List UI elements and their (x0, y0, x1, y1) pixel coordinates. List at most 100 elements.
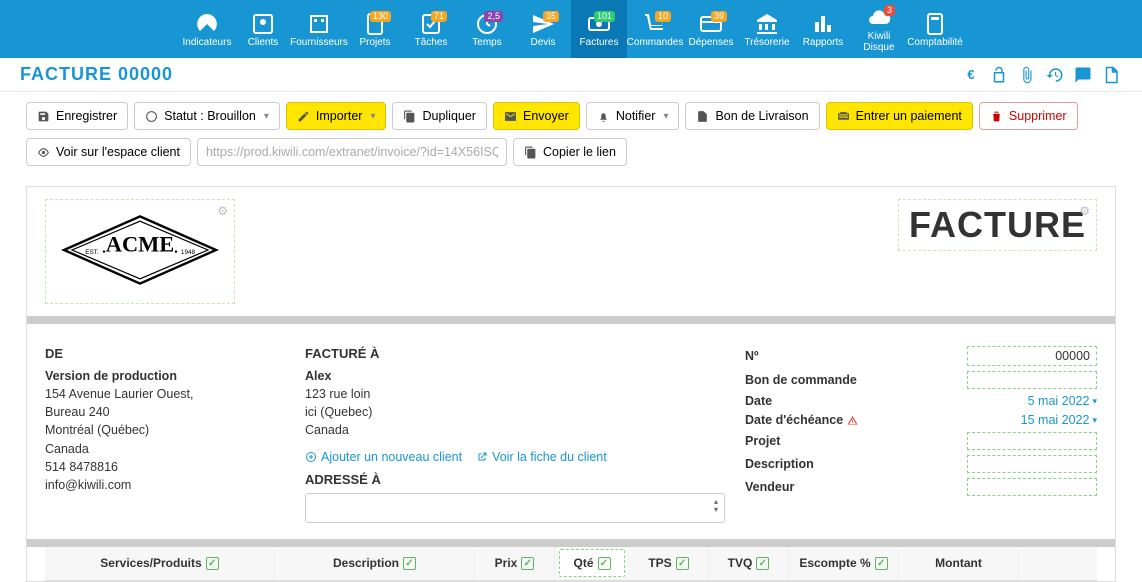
history-icon[interactable] (1044, 64, 1066, 86)
project-label: Projet (745, 434, 780, 448)
nav-rapports[interactable]: Rapports (795, 0, 851, 58)
bill-heading: FACTURÉ À (305, 346, 735, 361)
bill-name: Alex (305, 367, 735, 385)
nav-tâches[interactable]: 71Tâches (403, 0, 459, 58)
nav-comptabilité[interactable]: Comptabilité (907, 0, 963, 58)
euro-icon[interactable]: € (960, 64, 982, 86)
delete-button[interactable]: Supprimer (979, 102, 1078, 130)
project-value[interactable] (967, 432, 1097, 450)
nav-label: Temps (472, 37, 501, 48)
cart-icon: 10 (643, 11, 667, 37)
nav-clients[interactable]: Clients (235, 0, 291, 58)
vendor-value[interactable] (967, 478, 1097, 496)
toolbar: Enregistrer Statut : Brouillon ▾ Importer… (0, 92, 1142, 130)
delivery-button[interactable]: Bon de Livraison (685, 102, 819, 130)
vendor-label: Vendeur (745, 480, 794, 494)
from-heading: DE (45, 346, 295, 361)
copy-link-button[interactable]: Copier le lien (513, 138, 627, 166)
import-button[interactable]: Importer▾ (286, 102, 387, 130)
nav-factures[interactable]: 101Factures (571, 0, 627, 58)
nav-dépenses[interactable]: 39Dépenses (683, 0, 739, 58)
th-description[interactable]: Description✓ (275, 547, 475, 580)
nav-label: Indicateurs (183, 37, 232, 48)
due-value[interactable]: 15 mai 2022▾ (1021, 413, 1097, 427)
save-label: Enregistrer (56, 109, 117, 123)
badge: 130 (370, 11, 391, 22)
save-button[interactable]: Enregistrer (26, 102, 128, 130)
duplicate-button[interactable]: Dupliquer (392, 102, 487, 130)
doc-title-box[interactable]: ⚙ FACTURE (898, 199, 1097, 251)
status-label: Statut : Brouillon (164, 109, 256, 123)
logo-box[interactable]: ⚙ ACME EST. 1948 (45, 199, 235, 304)
check-icon: ✓ (756, 557, 769, 570)
comment-icon[interactable] (1072, 64, 1094, 86)
svg-text:1948: 1948 (181, 249, 196, 256)
due-label: Date d'échéance (745, 413, 858, 427)
th-escompte[interactable]: Escompte %✓ (789, 547, 899, 580)
toolbar-row-2: Voir sur l'espace client Copier le lien (0, 130, 1142, 172)
dashboard-icon (195, 11, 219, 37)
gear-icon[interactable]: ⚙ (217, 204, 228, 218)
nav-label: Devis (530, 37, 555, 48)
status-dropdown[interactable]: Statut : Brouillon ▾ (134, 102, 280, 130)
pdf-icon[interactable] (1100, 64, 1122, 86)
bill-addr1: 123 rue loin (305, 385, 735, 403)
share-url-input[interactable] (197, 138, 507, 166)
nav-commandes[interactable]: 10Commandes (627, 0, 683, 58)
badge: 10 (655, 11, 671, 22)
payment-button[interactable]: Entrer un paiement (826, 102, 973, 130)
duplicate-label: Dupliquer (422, 109, 476, 123)
nav-devis[interactable]: 35 Devis (515, 0, 571, 58)
notify-label: Notifier (616, 109, 656, 123)
import-label: Importer (316, 109, 363, 123)
nav-projets[interactable]: 130 Projets (347, 0, 403, 58)
notify-button[interactable]: Notifier▾ (586, 102, 680, 130)
nav-temps[interactable]: 2,5Temps (459, 0, 515, 58)
separator (27, 316, 1115, 324)
desc-label: Description (745, 457, 814, 471)
address-select[interactable]: ▴▾ (305, 493, 725, 523)
nav-label: Trésorerie (744, 37, 789, 48)
no-value[interactable]: 00000 (967, 346, 1097, 366)
th-qty[interactable]: Qté✓ (559, 549, 625, 577)
warning-icon (847, 413, 858, 427)
po-value[interactable] (967, 371, 1097, 389)
add-client-link[interactable]: Ajouter un nouveau client (305, 450, 462, 464)
add-client-label: Ajouter un nouveau client (321, 450, 462, 464)
check-icon: ✓ (598, 557, 611, 570)
nav-indicateurs[interactable]: Indicateurs (179, 0, 235, 58)
no-label: Nº (745, 349, 759, 363)
th-tps[interactable]: TPS✓ (629, 547, 709, 580)
chevron-down-icon: ▾ (264, 111, 269, 122)
view-client-button[interactable]: Voir sur l'espace client (26, 138, 191, 166)
from-company: Version de production (45, 367, 295, 385)
badge: 3 (884, 5, 895, 16)
po-label: Bon de commande (745, 373, 857, 387)
th-services[interactable]: Services/Produits✓ (45, 547, 275, 580)
invoice-icon: 101 (587, 11, 611, 37)
desc-value[interactable] (967, 455, 1097, 473)
payment-label: Entrer un paiement (856, 109, 962, 123)
view-client-link[interactable]: Voir la fiche du client (476, 450, 607, 464)
lock-open-icon[interactable] (988, 64, 1010, 86)
date-value[interactable]: 5 mai 2022▾ (1028, 394, 1097, 408)
nav-label: Factures (580, 37, 619, 48)
nav-trésorerie[interactable]: Trésorerie (739, 0, 795, 58)
page-title: FACTURE 00000 (20, 64, 173, 85)
th-montant[interactable]: Montant (899, 547, 1019, 580)
badge: 35 (543, 11, 559, 22)
nav-label: Projets (359, 37, 390, 48)
nav-kiwili disque[interactable]: 3Kiwili Disque (851, 0, 907, 58)
from-block: DE Version de production 154 Avenue Laur… (45, 346, 295, 494)
bill-country: Canada (305, 421, 735, 439)
nav-label: Clients (248, 37, 279, 48)
badge: 101 (594, 11, 615, 22)
line-items-header: Services/Produits✓ Description✓ Prix✓ Qt… (27, 539, 1115, 581)
send-button[interactable]: Envoyer (493, 102, 580, 130)
nav-fournisseurs[interactable]: Fournisseurs (291, 0, 347, 58)
th-price[interactable]: Prix✓ (475, 547, 555, 580)
doc-title: FACTURE (909, 204, 1086, 246)
paperclip-icon[interactable] (1016, 64, 1038, 86)
gear-icon[interactable]: ⚙ (1079, 204, 1090, 218)
th-tvq[interactable]: TVQ✓ (709, 547, 789, 580)
